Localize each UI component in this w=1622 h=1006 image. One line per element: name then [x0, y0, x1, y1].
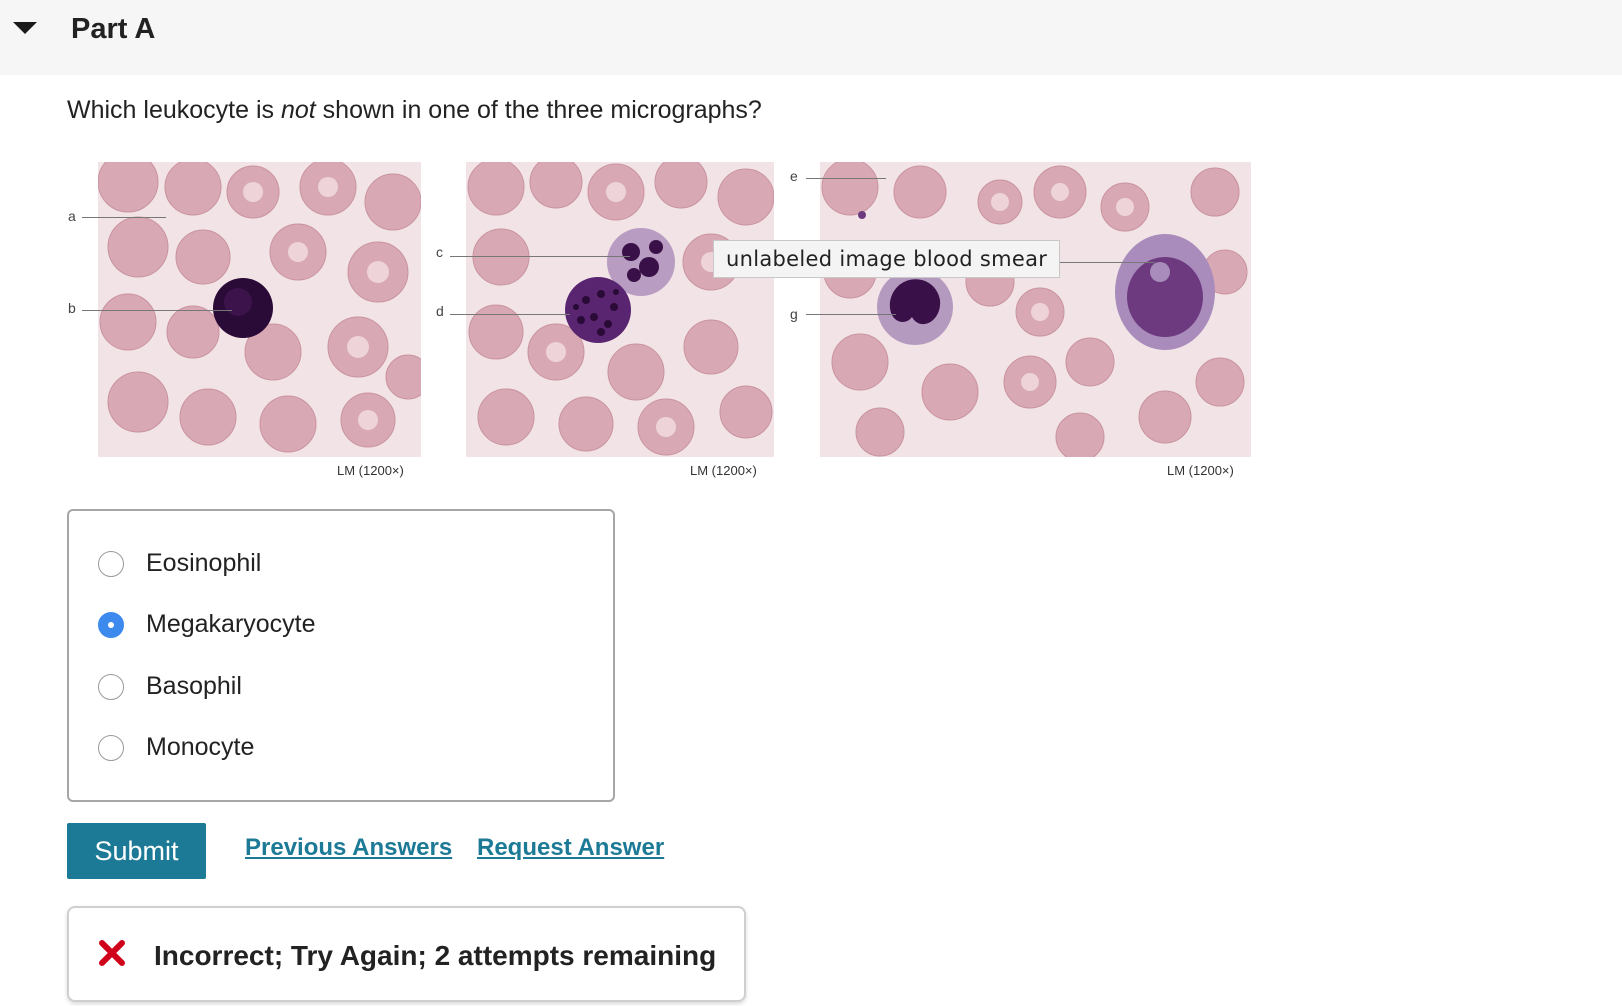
radio-megakaryocyte[interactable]: [98, 612, 124, 638]
question-suffix: shown in one of the three micrographs?: [315, 96, 762, 124]
radio-monocyte[interactable]: [98, 735, 124, 761]
question-text: Which leukocyte is not shown in one of t…: [67, 96, 762, 125]
leader-d: [450, 314, 570, 315]
leader-e: [806, 178, 886, 179]
leader-a: [82, 217, 166, 218]
label-a: a: [68, 208, 76, 224]
choice-label: Basophil: [146, 672, 242, 700]
part-header[interactable]: Part A: [0, 0, 1622, 75]
image-tooltip: unlabeled image blood smear: [713, 240, 1061, 278]
question-emphasis: not: [280, 96, 316, 124]
previous-answers-link[interactable]: Previous Answers: [245, 834, 452, 862]
magnification-2: LM (1200×): [690, 463, 757, 478]
choice-label: Eosinophil: [146, 549, 262, 577]
radio-basophil[interactable]: [98, 674, 124, 700]
leader-f: [1045, 262, 1155, 263]
submit-button[interactable]: Submit: [67, 823, 206, 879]
label-e: e: [790, 168, 798, 184]
question-prefix: Which leukocyte is: [67, 96, 281, 124]
close-x-icon: [97, 938, 127, 973]
magnification-1: LM (1200×): [337, 463, 404, 478]
answer-choices: Eosinophil Megakaryocyte Basophil Monocy…: [67, 509, 615, 802]
magnification-3: LM (1200×): [1167, 463, 1234, 478]
request-answer-link[interactable]: Request Answer: [477, 834, 664, 862]
radio-eosinophil[interactable]: [98, 551, 124, 577]
feedback-text: Incorrect; Try Again; 2 attempts remaini…: [154, 940, 717, 971]
choice-label: Megakaryocyte: [146, 610, 316, 638]
collapse-caret-icon[interactable]: [13, 22, 37, 34]
micrograph-2: [466, 162, 774, 457]
label-g: g: [790, 306, 798, 322]
leader-c: [450, 256, 630, 257]
leader-g: [806, 314, 896, 315]
micrograph-3: [820, 162, 1251, 457]
leader-b: [82, 310, 232, 311]
label-b: b: [68, 300, 76, 316]
label-c: c: [436, 244, 443, 260]
feedback-panel: Incorrect; Try Again; 2 attempts remaini…: [67, 906, 746, 1002]
part-title: Part A: [71, 13, 156, 45]
choice-label: Monocyte: [146, 733, 255, 761]
label-d: d: [436, 303, 444, 319]
